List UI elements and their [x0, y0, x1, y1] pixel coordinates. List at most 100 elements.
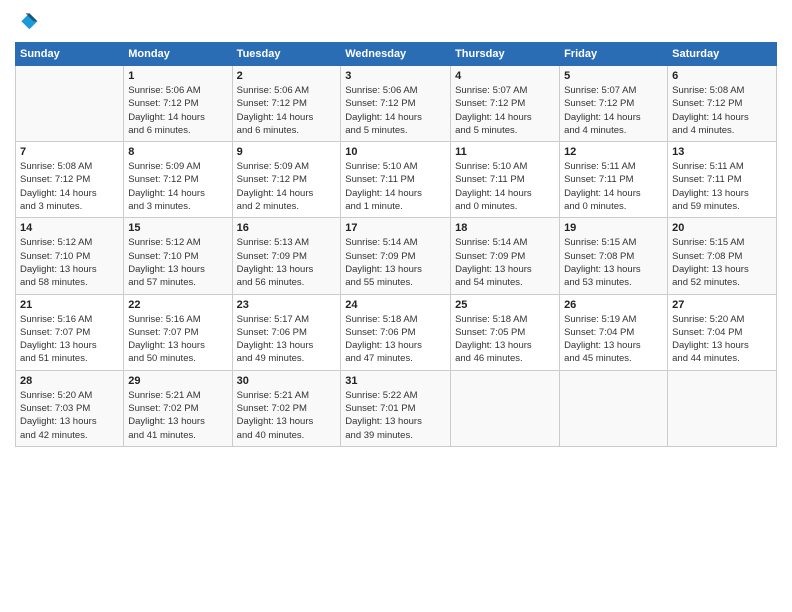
day-number: 13	[672, 146, 772, 158]
day-info: Sunrise: 5:20 AM Sunset: 7:04 PM Dayligh…	[672, 313, 772, 366]
header-cell-thursday: Thursday	[451, 43, 560, 66]
header-cell-saturday: Saturday	[668, 43, 777, 66]
calendar-cell: 1 Sunrise: 5:06 AM Sunset: 7:12 PM Daylig…	[124, 66, 232, 142]
calendar-cell: 7Sunrise: 5:08 AM Sunset: 7:12 PM Daylig…	[16, 142, 124, 218]
calendar-cell: 23 Sunrise: 5:17 AM Sunset: 7:06 PM Dayli…	[232, 294, 341, 370]
calendar-cell: 30Sunrise: 5:21 AM Sunset: 7:02 PM Dayli…	[232, 370, 341, 446]
day-number: 18	[455, 222, 555, 234]
calendar-cell: 22 Sunrise: 5:16 AM Sunset: 7:07 PM Dayli…	[124, 294, 232, 370]
day-number: 28	[20, 375, 119, 387]
day-info: Sunrise: 5:17 AM Sunset: 7:06 PM Dayligh…	[237, 313, 337, 366]
calendar-cell: 17 Sunrise: 5:14 AM Sunset: 7:09 PM Dayli…	[341, 218, 451, 294]
day-info: Sunrise: 5:06 AM Sunset: 7:12 PM Dayligh…	[128, 84, 227, 137]
day-number: 14	[20, 222, 119, 234]
day-number: 6	[672, 70, 772, 82]
logo	[15, 10, 43, 34]
day-info: Sunrise: 5:10 AM Sunset: 7:11 PM Dayligh…	[455, 160, 555, 213]
day-number: 23	[237, 299, 337, 311]
day-info: Sunrise: 5:18 AM Sunset: 7:05 PM Dayligh…	[455, 313, 555, 366]
day-number: 19	[564, 222, 663, 234]
calendar-cell: 10 Sunrise: 5:10 AM Sunset: 7:11 PM Dayli…	[341, 142, 451, 218]
header-cell-sunday: Sunday	[16, 43, 124, 66]
calendar-cell: 29 Sunrise: 5:21 AM Sunset: 7:02 PM Dayli…	[124, 370, 232, 446]
calendar-cell: 6 Sunrise: 5:08 AM Sunset: 7:12 PM Daylig…	[668, 66, 777, 142]
week-row-3: 14 Sunrise: 5:12 AM Sunset: 7:10 PM Dayli…	[16, 218, 777, 294]
calendar-cell: 26Sunrise: 5:19 AM Sunset: 7:04 PM Dayli…	[560, 294, 668, 370]
day-info: Sunrise: 5:10 AM Sunset: 7:11 PM Dayligh…	[345, 160, 446, 213]
day-number: 29	[128, 375, 227, 387]
calendar-cell: 14 Sunrise: 5:12 AM Sunset: 7:10 PM Dayli…	[16, 218, 124, 294]
day-info: Sunrise: 5:20 AM Sunset: 7:03 PM Dayligh…	[20, 389, 119, 442]
day-number: 31	[345, 375, 446, 387]
day-info: Sunrise: 5:08 AM Sunset: 7:12 PM Dayligh…	[672, 84, 772, 137]
calendar-cell	[16, 66, 124, 142]
day-number: 4	[455, 70, 555, 82]
calendar-cell: 11 Sunrise: 5:10 AM Sunset: 7:11 PM Dayli…	[451, 142, 560, 218]
calendar-cell: 31Sunrise: 5:22 AM Sunset: 7:01 PM Dayli…	[341, 370, 451, 446]
day-number: 10	[345, 146, 446, 158]
day-info: Sunrise: 5:14 AM Sunset: 7:09 PM Dayligh…	[345, 236, 446, 289]
day-number: 17	[345, 222, 446, 234]
day-number: 12	[564, 146, 663, 158]
day-info: Sunrise: 5:15 AM Sunset: 7:08 PM Dayligh…	[564, 236, 663, 289]
header-cell-wednesday: Wednesday	[341, 43, 451, 66]
day-number: 22	[128, 299, 227, 311]
day-number: 25	[455, 299, 555, 311]
calendar-cell: 2 Sunrise: 5:06 AM Sunset: 7:12 PM Daylig…	[232, 66, 341, 142]
day-info: Sunrise: 5:19 AM Sunset: 7:04 PM Dayligh…	[564, 313, 663, 366]
day-info: Sunrise: 5:06 AM Sunset: 7:12 PM Dayligh…	[345, 84, 446, 137]
day-info: Sunrise: 5:09 AM Sunset: 7:12 PM Dayligh…	[128, 160, 227, 213]
day-number: 21	[20, 299, 119, 311]
day-info: Sunrise: 5:21 AM Sunset: 7:02 PM Dayligh…	[128, 389, 227, 442]
day-number: 1	[128, 70, 227, 82]
calendar-cell: 9Sunrise: 5:09 AM Sunset: 7:12 PM Daylig…	[232, 142, 341, 218]
day-number: 7	[20, 146, 119, 158]
calendar-cell	[560, 370, 668, 446]
day-info: Sunrise: 5:13 AM Sunset: 7:09 PM Dayligh…	[237, 236, 337, 289]
header-cell-monday: Monday	[124, 43, 232, 66]
calendar-cell	[668, 370, 777, 446]
calendar-cell: 13 Sunrise: 5:11 AM Sunset: 7:11 PM Dayli…	[668, 142, 777, 218]
calendar-cell: 3Sunrise: 5:06 AM Sunset: 7:12 PM Daylig…	[341, 66, 451, 142]
day-info: Sunrise: 5:12 AM Sunset: 7:10 PM Dayligh…	[20, 236, 119, 289]
day-info: Sunrise: 5:06 AM Sunset: 7:12 PM Dayligh…	[237, 84, 337, 137]
day-number: 11	[455, 146, 555, 158]
day-info: Sunrise: 5:21 AM Sunset: 7:02 PM Dayligh…	[237, 389, 337, 442]
day-info: Sunrise: 5:07 AM Sunset: 7:12 PM Dayligh…	[564, 84, 663, 137]
header-cell-friday: Friday	[560, 43, 668, 66]
calendar-cell: 24 Sunrise: 5:18 AM Sunset: 7:06 PM Dayli…	[341, 294, 451, 370]
day-number: 24	[345, 299, 446, 311]
day-number: 15	[128, 222, 227, 234]
day-info: Sunrise: 5:07 AM Sunset: 7:12 PM Dayligh…	[455, 84, 555, 137]
day-number: 2	[237, 70, 337, 82]
page-header	[15, 10, 777, 34]
calendar-cell: 5 Sunrise: 5:07 AM Sunset: 7:12 PM Daylig…	[560, 66, 668, 142]
day-info: Sunrise: 5:16 AM Sunset: 7:07 PM Dayligh…	[20, 313, 119, 366]
day-info: Sunrise: 5:12 AM Sunset: 7:10 PM Dayligh…	[128, 236, 227, 289]
calendar-cell: 19 Sunrise: 5:15 AM Sunset: 7:08 PM Dayli…	[560, 218, 668, 294]
day-info: Sunrise: 5:18 AM Sunset: 7:06 PM Dayligh…	[345, 313, 446, 366]
day-info: Sunrise: 5:11 AM Sunset: 7:11 PM Dayligh…	[672, 160, 772, 213]
calendar-cell: 28 Sunrise: 5:20 AM Sunset: 7:03 PM Dayli…	[16, 370, 124, 446]
day-number: 20	[672, 222, 772, 234]
calendar-cell: 12 Sunrise: 5:11 AM Sunset: 7:11 PM Dayli…	[560, 142, 668, 218]
logo-icon	[15, 10, 39, 34]
calendar-cell: 27 Sunrise: 5:20 AM Sunset: 7:04 PM Dayli…	[668, 294, 777, 370]
day-info: Sunrise: 5:16 AM Sunset: 7:07 PM Dayligh…	[128, 313, 227, 366]
day-info: Sunrise: 5:14 AM Sunset: 7:09 PM Dayligh…	[455, 236, 555, 289]
calendar-cell: 4 Sunrise: 5:07 AM Sunset: 7:12 PM Daylig…	[451, 66, 560, 142]
week-row-5: 28 Sunrise: 5:20 AM Sunset: 7:03 PM Dayli…	[16, 370, 777, 446]
calendar-cell: 21 Sunrise: 5:16 AM Sunset: 7:07 PM Dayli…	[16, 294, 124, 370]
calendar-cell: 25 Sunrise: 5:18 AM Sunset: 7:05 PM Dayli…	[451, 294, 560, 370]
calendar-table: SundayMondayTuesdayWednesdayThursdayFrid…	[15, 42, 777, 447]
page-container: SundayMondayTuesdayWednesdayThursdayFrid…	[0, 0, 792, 457]
calendar-cell: 16Sunrise: 5:13 AM Sunset: 7:09 PM Dayli…	[232, 218, 341, 294]
day-info: Sunrise: 5:11 AM Sunset: 7:11 PM Dayligh…	[564, 160, 663, 213]
day-info: Sunrise: 5:15 AM Sunset: 7:08 PM Dayligh…	[672, 236, 772, 289]
week-row-1: 1 Sunrise: 5:06 AM Sunset: 7:12 PM Daylig…	[16, 66, 777, 142]
day-number: 8	[128, 146, 227, 158]
day-number: 5	[564, 70, 663, 82]
day-number: 9	[237, 146, 337, 158]
day-number: 27	[672, 299, 772, 311]
calendar-cell: 20 Sunrise: 5:15 AM Sunset: 7:08 PM Dayli…	[668, 218, 777, 294]
